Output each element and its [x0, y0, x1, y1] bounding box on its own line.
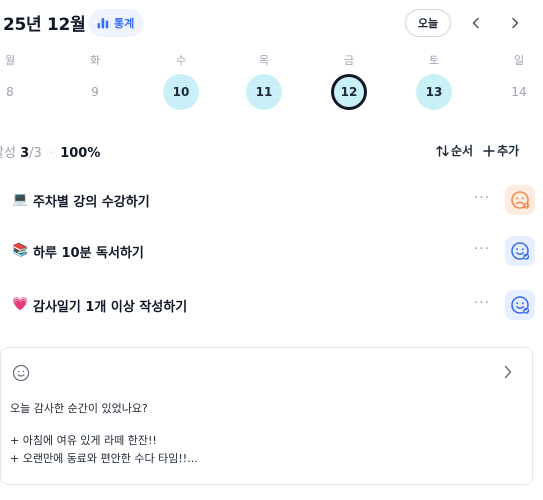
- chevron-left-icon: [472, 17, 479, 29]
- stats-button[interactable]: 통계: [88, 9, 145, 37]
- smile-face-icon: [511, 242, 530, 260]
- weekday-label: 월: [4, 54, 16, 67]
- achievement-percent: 100%: [60, 146, 101, 161]
- task-title: 하루 10분 독서하기: [33, 246, 144, 261]
- date-cell[interactable]: 8: [0, 74, 28, 110]
- reorder-button[interactable]: 순서: [436, 142, 473, 159]
- stats-label: 통계: [114, 17, 135, 30]
- task-item[interactable]: 📚 하루 10분 독서하기 ···: [0, 231, 543, 271]
- mood-button[interactable]: [505, 290, 535, 320]
- date-cell[interactable]: 11: [246, 74, 282, 110]
- calendar-header: 25년 12월 통계 오늘: [0, 6, 543, 38]
- list-actions: 순서 추가: [436, 142, 519, 159]
- date-cell[interactable]: 13: [416, 74, 452, 110]
- diary-question: 오늘 감사한 순간이 있었나요?: [10, 402, 148, 415]
- mood-button[interactable]: [505, 236, 535, 266]
- add-task-button[interactable]: 추가: [483, 142, 519, 159]
- mood-button[interactable]: [505, 185, 535, 215]
- smile-face-icon: [511, 296, 530, 314]
- achievement-done-count: 3: [20, 146, 30, 161]
- task-title: 주차별 강의 수강하기: [33, 195, 150, 210]
- more-options-button[interactable]: ···: [471, 190, 493, 206]
- bar-chart-icon: [97, 18, 109, 29]
- plus-icon: [483, 144, 495, 157]
- weekday-label: 화: [89, 54, 101, 67]
- add-task-label: 추가: [497, 144, 520, 158]
- gratitude-diary-card[interactable]: 오늘 감사한 순간이 있었나요? + 아침에 여유 있게 라떼 한잔!! + 오…: [0, 347, 533, 485]
- next-week-button[interactable]: [503, 11, 527, 35]
- weekday-label: 일: [513, 54, 525, 67]
- today-button[interactable]: 오늘: [405, 9, 451, 37]
- achievement-summary: 달성 3/3 · 100%: [0, 142, 100, 161]
- weekday-label: 금: [343, 54, 355, 67]
- task-item[interactable]: 💻 주차별 강의 수강하기 ···: [0, 180, 543, 220]
- task-item[interactable]: 💗 감사일기 1개 이상 작성하기 ···: [0, 285, 543, 325]
- chevron-right-icon: [512, 17, 519, 29]
- date-cell[interactable]: 9: [77, 74, 113, 110]
- date-cell-selected[interactable]: 12: [331, 74, 367, 110]
- books-icon: 📚: [12, 243, 29, 258]
- diary-entry-line: + 오랜만에 동료와 편안한 수다 타임!!...: [10, 452, 198, 465]
- summary-separator: ·: [48, 146, 54, 161]
- reorder-label: 순서: [451, 144, 474, 158]
- weekday-label: 목: [258, 54, 270, 67]
- task-title: 감사일기 1개 이상 작성하기: [33, 300, 188, 315]
- achievement-total-count: /3: [29, 146, 42, 161]
- date-cell[interactable]: 14: [501, 74, 537, 110]
- prev-week-button[interactable]: [464, 11, 488, 35]
- weekday-label: 토: [428, 54, 440, 67]
- weekday-label: 수: [175, 54, 187, 67]
- weekday-row: 월 화 수 목 금 토 일: [0, 52, 543, 68]
- worried-face-icon: [511, 191, 530, 209]
- heart-icon: 💗: [12, 297, 29, 312]
- laptop-icon: 💻: [12, 192, 29, 207]
- chevron-right-icon: [504, 365, 512, 379]
- achievement-label: 달성: [0, 146, 16, 161]
- more-options-button[interactable]: ···: [471, 241, 493, 257]
- date-row: 8 9 10 11 12 13 14: [0, 74, 543, 114]
- sort-arrows-icon: [436, 144, 449, 157]
- diary-entry-line: + 아침에 여유 있게 라떼 한잔!!: [10, 434, 157, 447]
- month-title: 25년 12월: [3, 15, 86, 35]
- smiley-outline-icon: [12, 364, 30, 386]
- open-diary-button[interactable]: [502, 364, 514, 384]
- date-cell[interactable]: 10: [163, 74, 199, 110]
- more-options-button[interactable]: ···: [471, 295, 493, 311]
